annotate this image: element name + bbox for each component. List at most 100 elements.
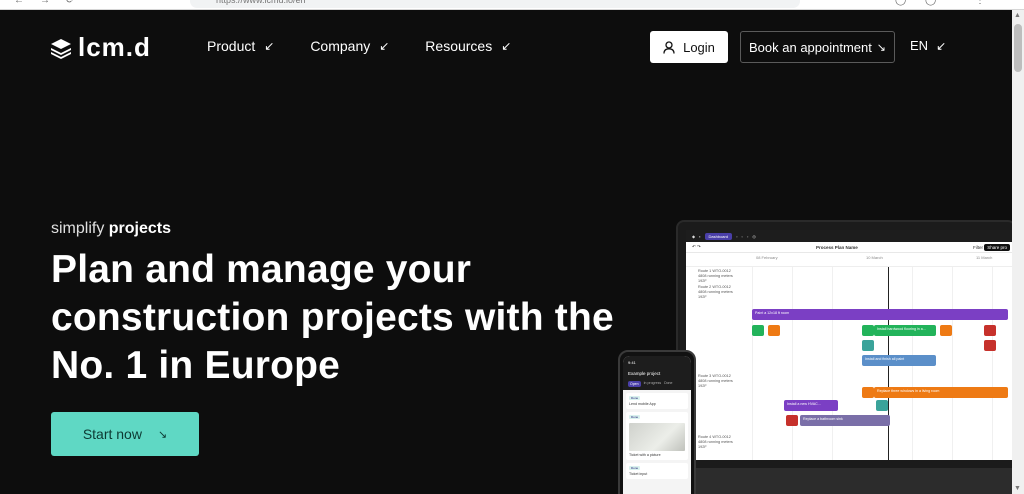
phone-card: Done Ticket with a picture — [626, 412, 688, 460]
app-filter-label: Filter — [972, 244, 983, 250]
main-nav: Product ↙ Company ↙ Resources ↙ — [207, 38, 547, 54]
app-month-label: 11 March — [976, 255, 993, 260]
phone-card-tag: Done — [629, 415, 641, 419]
gantt-chip — [862, 387, 874, 398]
address-bar[interactable]: https://www.lcmd.io/en — [190, 0, 800, 8]
nav-resources[interactable]: Resources ↙ — [425, 38, 511, 54]
gantt-bar: Replace a bathroom sink — [800, 415, 890, 426]
profile-icon[interactable]: ◯ — [895, 0, 906, 6]
arrow-down-right-icon: ↘ — [157, 428, 168, 441]
app-home-icon: ▪ — [699, 233, 701, 239]
reload-icon[interactable]: ⟳ — [66, 0, 74, 6]
login-label: Login — [683, 39, 715, 55]
arrow-down-right-icon: ↘ — [876, 41, 886, 54]
phone-card: Done Ticket input — [626, 463, 688, 479]
app-tool-icon: ▫ — [741, 233, 743, 239]
gantt-bar: Paint a 12x18 ft room — [752, 309, 1008, 320]
grid-line — [752, 267, 753, 460]
grid-line — [792, 267, 793, 460]
app-row-label: Route 1 WTO-0012 4808 running meters 192… — [698, 269, 733, 283]
nav-label: Product — [207, 38, 256, 54]
gantt-chip — [752, 325, 764, 336]
app-row-label: Route 3 WTO-0012 4808 running meters 192… — [698, 374, 733, 388]
app-gantt: Route 1 WTO-0012 4808 running meters 192… — [686, 267, 1012, 460]
laptop-keyboard — [690, 468, 1012, 494]
book-label: Book an appointment — [749, 39, 872, 55]
cta-label: Start now — [82, 426, 142, 442]
app-subbar: ↶ ↷ Process Plan Name Filter Share pro — [686, 242, 1012, 253]
grid-line — [992, 267, 993, 460]
scrollbar-thumb[interactable] — [1014, 24, 1022, 72]
phone-time: 9:41 — [628, 360, 636, 365]
app-month-label: 10 March — [866, 255, 883, 260]
laptop-mockup: ◆ ▪ Dashboard ▫ ▫ ▫ ◎ ↶ ↷ Process Plan N… — [676, 220, 1012, 470]
app-row-label: Route 4 WTO-0012 4808 running meters 192… — [698, 435, 733, 449]
phone-screenshot: 9:41 Example project Open In progress Do… — [623, 356, 691, 494]
nav-label: Company — [310, 38, 371, 54]
nav-product[interactable]: Product ↙ — [207, 38, 274, 54]
arrow-down-left-icon: ↙ — [501, 39, 512, 53]
gantt-chip — [862, 325, 874, 336]
app-row-label: Route 2 WTO-0012 4808 running meters 192… — [698, 285, 733, 299]
grid-line — [832, 267, 833, 460]
arrow-down-left-icon: ↙ — [379, 39, 390, 53]
book-appointment-button[interactable]: Book an appointment ↘ — [740, 31, 895, 63]
phone-header: 9:41 Example project Open In progress Do… — [623, 356, 691, 390]
phone-tab: Open — [628, 381, 641, 387]
gantt-bar: Install hardwood flooring in a... — [874, 325, 936, 336]
app-plan-title: Process Plan Name — [815, 244, 858, 250]
gantt-chip — [984, 325, 996, 336]
start-now-button[interactable]: Start now ↘ — [51, 412, 199, 456]
phone-card-title: Ticket with a picture — [629, 453, 661, 457]
subtitle-bold: projects — [108, 220, 172, 237]
app-toolbar: ◆ ▪ Dashboard ▫ ▫ ▫ ◎ — [686, 230, 1012, 242]
gantt-bar: Install a new HVAC... — [784, 400, 838, 411]
gantt-chip — [768, 325, 780, 336]
arrow-down-left-icon: ↙ — [264, 39, 275, 53]
logo-layers-icon — [51, 38, 71, 59]
phone-card: Done Lend mobile App — [626, 393, 688, 409]
user-icon — [663, 40, 675, 54]
phone-title: Example project — [628, 371, 661, 376]
app-tab-dashboard: Dashboard — [704, 232, 733, 240]
page: lcm.d Product ↙ Company ↙ Resources ↙ Lo… — [0, 10, 1012, 494]
hero-subtitle: simplify projects — [51, 220, 171, 238]
gantt-chip — [786, 415, 798, 426]
phone-mockup: 9:41 Example project Open In progress Do… — [618, 350, 696, 494]
app-undo-icon: ↶ ↷ — [692, 244, 701, 249]
phone-card-tag: Done — [629, 396, 641, 400]
phone-tabs: Open In progress Done — [628, 381, 686, 387]
subtitle-prefix: simplify — [51, 220, 109, 237]
language-selector[interactable]: EN ↙ — [910, 38, 946, 53]
app-share-button: Share pro — [984, 243, 1010, 251]
logo-text: lcm.d — [78, 32, 151, 62]
phone-tab: Done — [664, 381, 673, 385]
extension-icon[interactable]: ◯ — [925, 0, 936, 6]
app-timeline-header: 08 February 10 March 11 March — [686, 253, 1012, 267]
scroll-up-icon[interactable]: ▲ — [1014, 12, 1021, 19]
app-tool-icon: ▫ — [746, 233, 749, 239]
forward-icon[interactable]: → — [40, 0, 50, 6]
gantt-chip — [876, 400, 888, 411]
gantt-bar: Install and finish all paint — [862, 355, 936, 366]
phone-card-tag: Done — [629, 466, 641, 470]
app-month-label: 08 February — [756, 255, 778, 260]
gantt-chip — [862, 340, 874, 351]
scroll-down-icon[interactable]: ▼ — [1014, 485, 1021, 492]
app-tool-icon: ▫ — [736, 233, 738, 239]
phone-card-title: Lend mobile App — [629, 402, 656, 406]
login-button[interactable]: Login — [650, 31, 728, 63]
browser-toolbar: ← → ⟳ https://www.lcmd.io/en ◯ ◯ ⋮ — [0, 0, 1024, 10]
nav-label: Resources — [425, 38, 493, 54]
logo[interactable]: lcm.d — [50, 32, 151, 63]
app-right-tools: Filter Share pro — [972, 243, 1010, 251]
menu-icon[interactable]: ⋮ — [975, 0, 985, 6]
hero-headline: Plan and manage your construction projec… — [51, 248, 614, 387]
gantt-bar: Replace three windows in a living room — [874, 387, 1008, 398]
back-icon[interactable]: ← — [14, 0, 24, 6]
app-screenshot: ◆ ▪ Dashboard ▫ ▫ ▫ ◎ ↶ ↷ Process Plan N… — [686, 230, 1012, 460]
nav-company[interactable]: Company ↙ — [310, 38, 389, 54]
arrow-down-left-icon: ↙ — [936, 38, 947, 53]
gantt-chip — [940, 325, 952, 336]
page-scrollbar[interactable]: ▲ ▼ — [1012, 10, 1024, 494]
